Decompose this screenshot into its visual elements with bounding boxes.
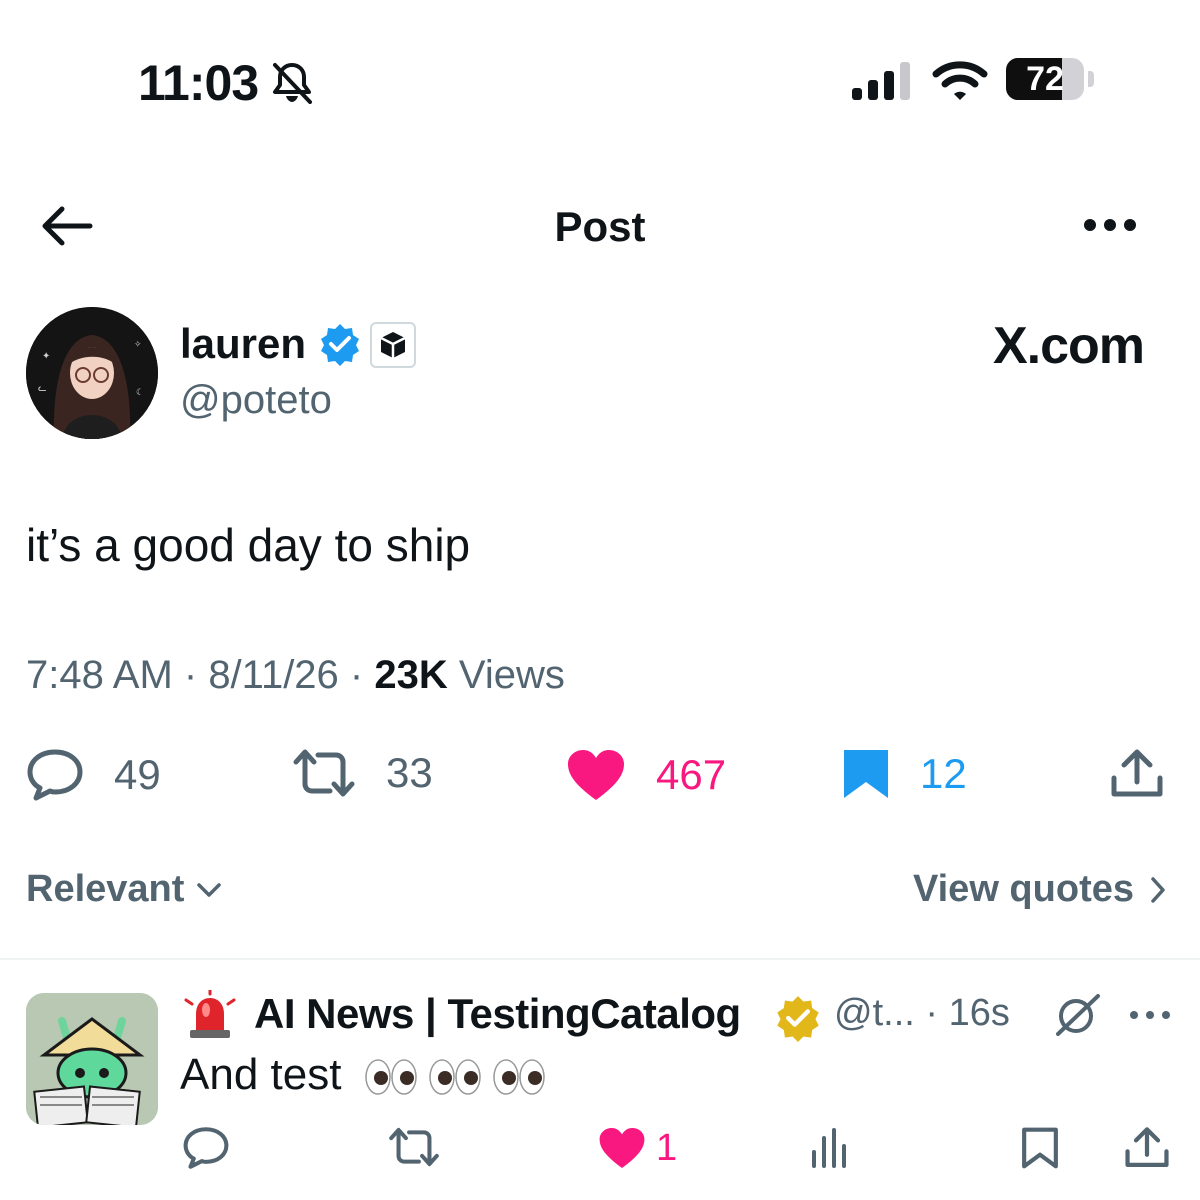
reply-like-button[interactable]: 1	[598, 1126, 677, 1170]
post-date[interactable]: 8/11/26	[208, 653, 339, 697]
views-label: Views	[458, 653, 565, 697]
status-time: 11:03	[138, 55, 259, 111]
chevron-down-icon	[197, 882, 222, 897]
like-button[interactable]: 467	[566, 748, 726, 802]
affiliate-cube-icon[interactable]	[370, 322, 416, 368]
reply-time[interactable]: 16s	[949, 992, 1010, 1034]
svg-text:☾: ☾	[136, 387, 144, 397]
like-count: 467	[656, 751, 727, 798]
reply-avatar[interactable]	[26, 993, 158, 1125]
chevron-right-icon	[1151, 876, 1165, 903]
author-name[interactable]: lauren	[180, 320, 306, 368]
heart-icon	[568, 750, 624, 800]
reply-text: And test	[180, 1050, 342, 1099]
cellular-signal-icon	[852, 62, 914, 107]
reply-icon	[183, 1127, 229, 1169]
svg-text:✦: ✦	[42, 351, 50, 362]
bookmark-count: 12	[920, 750, 967, 797]
reply-icon	[27, 749, 83, 801]
reply-more-options-icon[interactable]	[1128, 1008, 1172, 1026]
post-meta: 7:48 AM · 8/11/26 · 23K Views	[26, 653, 565, 697]
share-button[interactable]	[1110, 748, 1164, 800]
reply-count: 49	[114, 751, 161, 798]
share-icon	[1125, 1127, 1169, 1168]
page-title: Post	[554, 203, 646, 250]
repost-button[interactable]: 33	[292, 748, 433, 798]
grok-icon[interactable]	[1054, 992, 1102, 1043]
sort-label: Relevant	[26, 868, 185, 910]
repost-icon	[389, 1127, 439, 1167]
reply-share-button[interactable]	[1124, 1126, 1170, 1170]
reply-meta: @t... · 16s	[834, 992, 1010, 1034]
affiliate-label[interactable]: X.com	[993, 316, 1145, 376]
view-quotes-link[interactable]: View quotes	[913, 868, 1166, 911]
view-quotes-label: View quotes	[912, 868, 1134, 910]
divider	[0, 958, 1200, 960]
post-time[interactable]: 7:48 AM	[26, 653, 173, 697]
reply-like-count: 1	[656, 1126, 678, 1169]
heart-icon	[599, 1128, 645, 1168]
reply-reply-button[interactable]	[182, 1126, 230, 1170]
reply-views-button[interactable]	[810, 1126, 852, 1168]
bookmark-button[interactable]: 12	[842, 748, 967, 800]
reply-author-name[interactable]: AI News | TestingCatalog	[254, 990, 741, 1038]
reply-bookmark-button[interactable]	[1020, 1126, 1060, 1170]
wifi-icon	[932, 60, 988, 107]
svg-text:ᓚ: ᓚ	[38, 383, 47, 394]
verified-badge-icon	[318, 322, 362, 371]
bar-chart-icon	[812, 1128, 846, 1168]
svg-text:✧: ✧	[134, 339, 142, 349]
reply-repost-button[interactable]	[388, 1126, 440, 1168]
views-count: 23K	[374, 653, 448, 697]
gold-verified-badge-icon	[774, 994, 822, 1047]
sort-dropdown[interactable]: Relevant	[26, 868, 222, 911]
reply-text-line: And test	[180, 1050, 550, 1100]
share-icon	[1111, 749, 1163, 797]
more-options-icon[interactable]	[1082, 217, 1138, 238]
reply-button[interactable]: 49	[26, 748, 161, 802]
repost-count: 33	[386, 749, 433, 796]
bell-muted-icon	[270, 62, 314, 109]
bookmark-icon	[844, 750, 888, 798]
avatar[interactable]: ✦ ✧ ☾ ᓚ	[26, 307, 158, 439]
eyes-emoji-icon	[364, 1059, 545, 1096]
siren-emoji-icon	[184, 988, 236, 1047]
battery-percentage: 72	[1026, 60, 1064, 98]
bookmark-outline-icon	[1022, 1127, 1058, 1169]
post-text: it’s a good day to ship	[26, 519, 471, 571]
reply-handle[interactable]: @t...	[834, 992, 915, 1034]
author-handle[interactable]: @poteto	[180, 378, 332, 423]
repost-icon	[293, 749, 355, 797]
